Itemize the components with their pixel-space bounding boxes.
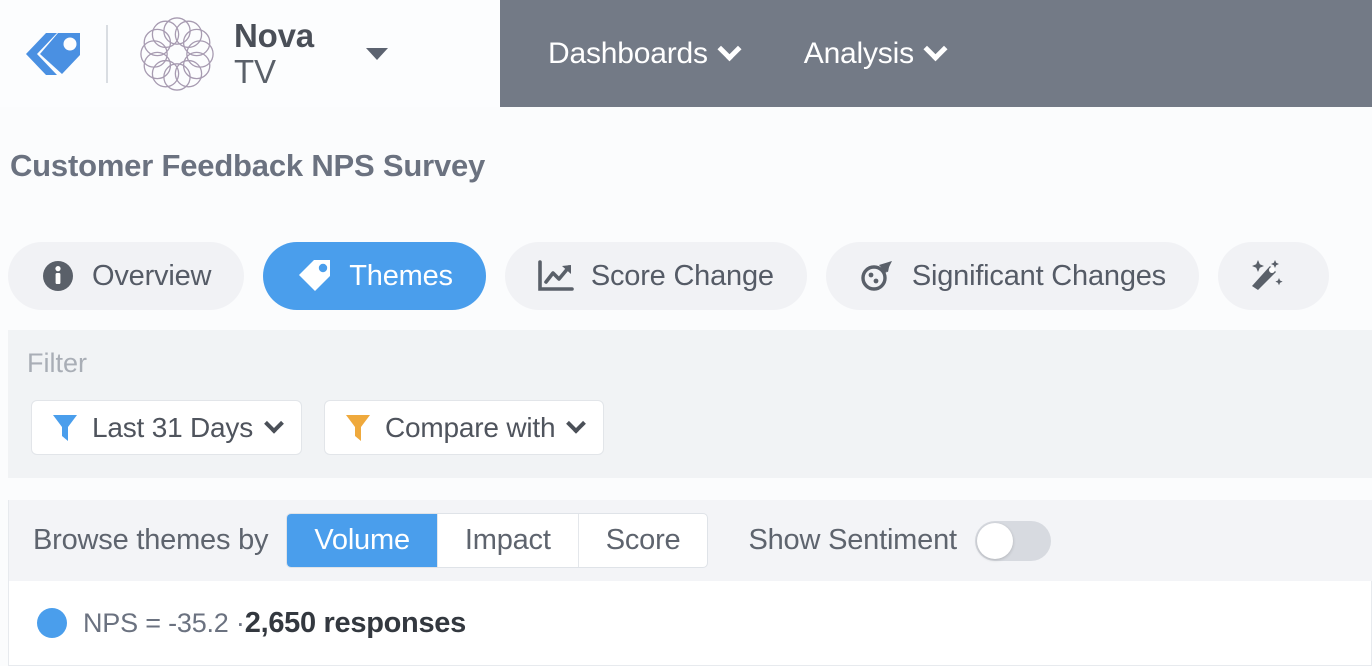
tag-icon [299,260,331,291]
segment-score[interactable]: Score [577,514,708,567]
browse-mode-segmented-control: Volume Impact Score [286,513,709,568]
page-title: Customer Feedback NPS Survey [10,148,486,183]
show-sentiment-label: Show Sentiment [748,524,957,556]
toggle-knob [976,522,1013,559]
header-divider [106,24,108,83]
themes-toolbar: Browse themes by Volume Impact Score Sho… [9,500,1372,581]
chevron-down-icon [717,37,742,62]
chevron-down-icon [264,413,284,434]
double-tag-icon[interactable] [22,26,84,82]
chevron-down-icon [923,37,948,62]
filter-date-range-button[interactable]: Last 31 Days [31,400,303,455]
nps-value-text: NPS = -35.2 · [83,607,245,638]
magic-wand-icon [1251,260,1283,290]
filter-section-label: Filter [27,348,87,378]
filter-date-range-label: Last 31 Days [92,411,254,443]
show-sentiment-control: Show Sentiment [748,520,1051,561]
filter-button-row: Last 31 Days Compare with [31,400,605,455]
nps-response-count: 2,650 responses [244,606,467,639]
tab-score-change-label: Score Change [590,259,774,292]
nps-summary-row: NPS = -35.2 · 2,650 responses [9,581,1372,665]
filter-compare-label: Compare with [385,411,556,443]
funnel-icon [53,414,77,441]
account-switcher[interactable]: Nova TV [136,13,388,95]
main-navigation: Dashboards Analysis [500,0,1372,107]
browse-themes-by-label: Browse themes by [33,524,269,556]
funnel-icon [346,414,371,441]
nps-legend-dot [37,608,67,638]
filter-compare-button[interactable]: Compare with [324,400,605,455]
show-sentiment-toggle[interactable] [974,520,1051,561]
segment-impact[interactable]: Impact [436,514,578,567]
info-circle-icon [43,261,73,291]
nav-item-dashboards-label: Dashboards [548,36,708,70]
comet-icon [861,261,892,291]
account-name-line2: TV [234,52,276,90]
line-chart-up-icon [538,260,574,291]
tab-themes-label: Themes [349,259,453,292]
nav-item-dashboards[interactable]: Dashboards [548,36,742,71]
filter-panel: Filter Last 31 Days Compare with [8,330,1372,478]
nav-item-analysis[interactable]: Analysis [803,36,948,71]
tab-significant-changes-label: Significant Changes [911,259,1166,292]
tab-bar: Overview Themes Score Change Significant… [8,242,1329,310]
app-root: Nova TV Dashboards Analysis Customer Fee… [0,0,1372,666]
tab-significant-changes[interactable]: Significant Changes [825,242,1199,310]
tab-score-change[interactable]: Score Change [504,242,807,310]
spirograph-logo [140,16,214,91]
segment-volume[interactable]: Volume [287,514,437,567]
tab-overview[interactable]: Overview [8,242,245,310]
themes-card: Browse themes by Volume Impact Score Sho… [8,500,1372,666]
tab-themes[interactable]: Themes [263,242,486,310]
tab-magic[interactable] [1217,242,1329,310]
caret-down-icon[interactable] [365,47,388,60]
nav-item-analysis-label: Analysis [803,36,914,70]
account-name-line1: Nova [234,16,314,54]
tab-overview-label: Overview [92,259,212,292]
account-name: Nova TV [234,16,314,90]
chevron-down-icon [566,413,587,434]
